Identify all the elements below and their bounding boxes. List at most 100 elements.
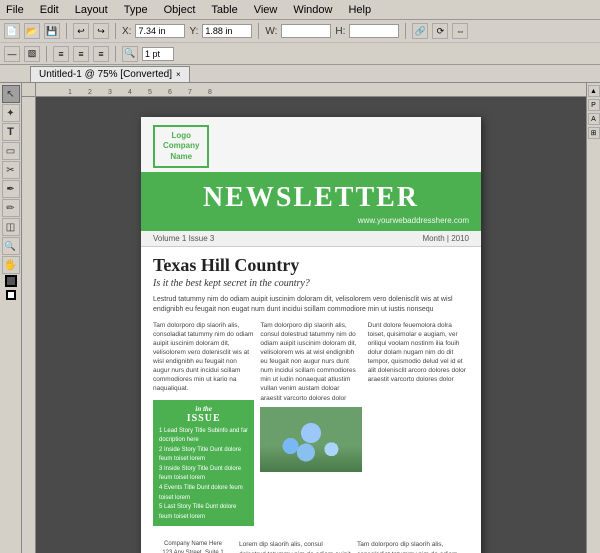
gradient-tool[interactable]: ◫ (2, 218, 20, 236)
stroke-icon[interactable]: — (4, 46, 20, 62)
issue-item-3: 3 Inside Story Title Dunt dolore feum to… (159, 465, 248, 484)
bottom-mid: Lorem dip slaorih alis, consul dolestrud… (239, 540, 351, 553)
menu-layout[interactable]: Layout (73, 4, 110, 16)
bottom-section: Company Name Here 123 Any Street, Suite … (153, 540, 469, 553)
newsletter-banner: NEWSLETTER www.yourwebaddresshere.com (141, 172, 481, 231)
final-col-text: Tam dolorporo dip slaorih alis, consolad… (357, 540, 469, 553)
flip-icon[interactable]: ⇔ (452, 23, 468, 39)
tab-close-button[interactable]: × (176, 70, 181, 79)
rectangle-tool[interactable]: ▭ (2, 142, 20, 160)
h-input[interactable] (349, 24, 399, 38)
direct-select-tool[interactable]: ✦ (2, 104, 20, 122)
tool-icon-3[interactable]: 💾 (44, 23, 60, 39)
col2-text: Tam dolorporo dip slaorih alis, consul d… (260, 321, 361, 403)
logo-line1: Logo (163, 131, 199, 141)
y-input[interactable] (202, 24, 252, 38)
logo-line2: Company (163, 141, 199, 151)
sub-headline: Is it the best kept secret in the countr… (153, 278, 469, 289)
panel-btn-3[interactable]: A (588, 113, 600, 125)
align-center-icon[interactable]: ≡ (73, 46, 89, 62)
x-input[interactable] (135, 24, 185, 38)
sep-5 (46, 46, 47, 62)
tool-icon-5[interactable]: ↪ (93, 23, 109, 39)
toolbar-row-2: — ▧ ≡ ≡ ≡ 🔍 (0, 42, 600, 64)
pen-tool[interactable]: ✒ (2, 180, 20, 198)
panel-btn-2[interactable]: P (588, 99, 600, 111)
scissors-tool[interactable]: ✂ (2, 161, 20, 179)
menu-file[interactable]: File (4, 4, 26, 16)
menu-object[interactable]: Object (162, 4, 198, 16)
tool-icon-1[interactable]: 📄 (4, 23, 20, 39)
menu-edit[interactable]: Edit (38, 4, 61, 16)
menu-table[interactable]: Table (209, 4, 239, 16)
ruler-mark: 6 (168, 89, 188, 96)
panel-btn-1[interactable]: ▲ (588, 85, 600, 97)
ruler-vertical (22, 97, 36, 553)
newsletter-body: Texas Hill Country Is it the best kept s… (141, 247, 481, 553)
main-headline: Texas Hill Country (153, 255, 469, 276)
menu-help[interactable]: Help (346, 4, 373, 16)
tool-icon-2[interactable]: 📂 (24, 23, 40, 39)
fill-color[interactable] (5, 275, 17, 287)
menu-bar: File Edit Layout Type Object Table View … (0, 0, 600, 20)
stroke-color[interactable] (6, 290, 16, 300)
newsletter-header: Logo Company Name (141, 117, 481, 172)
pencil-tool[interactable]: ✏ (2, 199, 20, 217)
ruler-mark: 8 (208, 89, 228, 96)
document-page: Logo Company Name NEWSLETTER www.yourweb… (141, 117, 481, 553)
w-label: W: (265, 26, 277, 37)
bottom-left: Company Name Here 123 Any Street, Suite … (153, 540, 233, 553)
document-tab[interactable]: Untitled-1 @ 75% [Converted] × (30, 66, 190, 82)
ruler-corner (22, 83, 36, 97)
issue-title: ISSUE (187, 413, 221, 424)
ruler-mark: 2 (88, 89, 108, 96)
y-label: Y: (189, 26, 198, 37)
address-company: Company Name Here (153, 540, 233, 549)
intro-text: Lestrud tatummy nim do odiam auipit iusc… (153, 295, 469, 315)
zoom-icon[interactable]: 🔍 (122, 46, 138, 62)
ruler-mark: 1 (68, 89, 88, 96)
date-label: Month | 2010 (422, 234, 469, 243)
select-tool[interactable]: ↖ (2, 85, 20, 103)
document-wrapper[interactable]: Logo Company Name NEWSLETTER www.yourweb… (36, 97, 586, 553)
col3-text: Dunt dolore feuemolora dolra toiset, qui… (368, 321, 469, 385)
bottom-right: Tam dolorporo dip slaorih alis, consolad… (357, 540, 469, 553)
sep-3 (258, 23, 259, 39)
toolbar-row-1: 📄 📂 💾 ↩ ↪ X: Y: W: H: 🔗 ⟳ ⇔ (0, 20, 600, 42)
newsletter-meta: Volume 1 Issue 3 Month | 2010 (141, 231, 481, 247)
constrain-icon[interactable]: 🔗 (412, 23, 428, 39)
column-2: Tam dolorporo dip slaorih alis, consul d… (260, 321, 361, 533)
col1-text: Tam dolorporo dip slaorih alis, consolad… (153, 321, 254, 394)
logo-box: Logo Company Name (153, 125, 209, 168)
hand-tool[interactable]: 🖐 (2, 256, 20, 274)
fill-icon[interactable]: ▧ (24, 46, 40, 62)
rotate-icon[interactable]: ⟳ (432, 23, 448, 39)
tool-icon-4[interactable]: ↩ (73, 23, 89, 39)
menu-type[interactable]: Type (122, 4, 150, 16)
stroke-weight-input[interactable] (142, 47, 174, 61)
sep-6 (115, 46, 116, 62)
address-block: Company Name Here 123 Any Street, Suite … (153, 540, 233, 553)
menu-view[interactable]: View (252, 4, 280, 16)
w-input[interactable] (281, 24, 331, 38)
left-toolbar: ↖ ✦ T ▭ ✂ ✒ ✏ ◫ 🔍 🖐 (0, 83, 22, 553)
ruler-horizontal: 1 2 3 4 5 6 7 8 (36, 83, 586, 97)
canvas-area: 1 2 3 4 5 6 7 8 Logo Company Name (22, 83, 586, 553)
align-right-icon[interactable]: ≡ (93, 46, 109, 62)
lorem-body: Lorem dip slaorih alis, consul dolestrud… (239, 540, 351, 553)
sep-1 (66, 23, 67, 39)
column-1: Tam dolorporo dip slaorih alis, consolad… (153, 321, 254, 533)
issue-item-2: 2 Inside Story Title Dunt dolore feum to… (159, 446, 248, 465)
zoom-tool[interactable]: 🔍 (2, 237, 20, 255)
column-3: Dunt dolore feuemolora dolra toiset, qui… (368, 321, 469, 533)
three-col-section: Tam dolorporo dip slaorih alis, consolad… (153, 321, 469, 533)
newsletter-title: NEWSLETTER (153, 182, 469, 214)
main-area: ↖ ✦ T ▭ ✂ ✒ ✏ ◫ 🔍 🖐 1 2 3 4 5 6 7 8 (0, 83, 600, 553)
x-label: X: (122, 26, 131, 37)
text-tool[interactable]: T (2, 123, 20, 141)
menu-window[interactable]: Window (291, 4, 334, 16)
sep-2 (115, 23, 116, 39)
align-left-icon[interactable]: ≡ (53, 46, 69, 62)
photo-placeholder (260, 407, 361, 472)
panel-btn-4[interactable]: ⊞ (588, 127, 600, 139)
